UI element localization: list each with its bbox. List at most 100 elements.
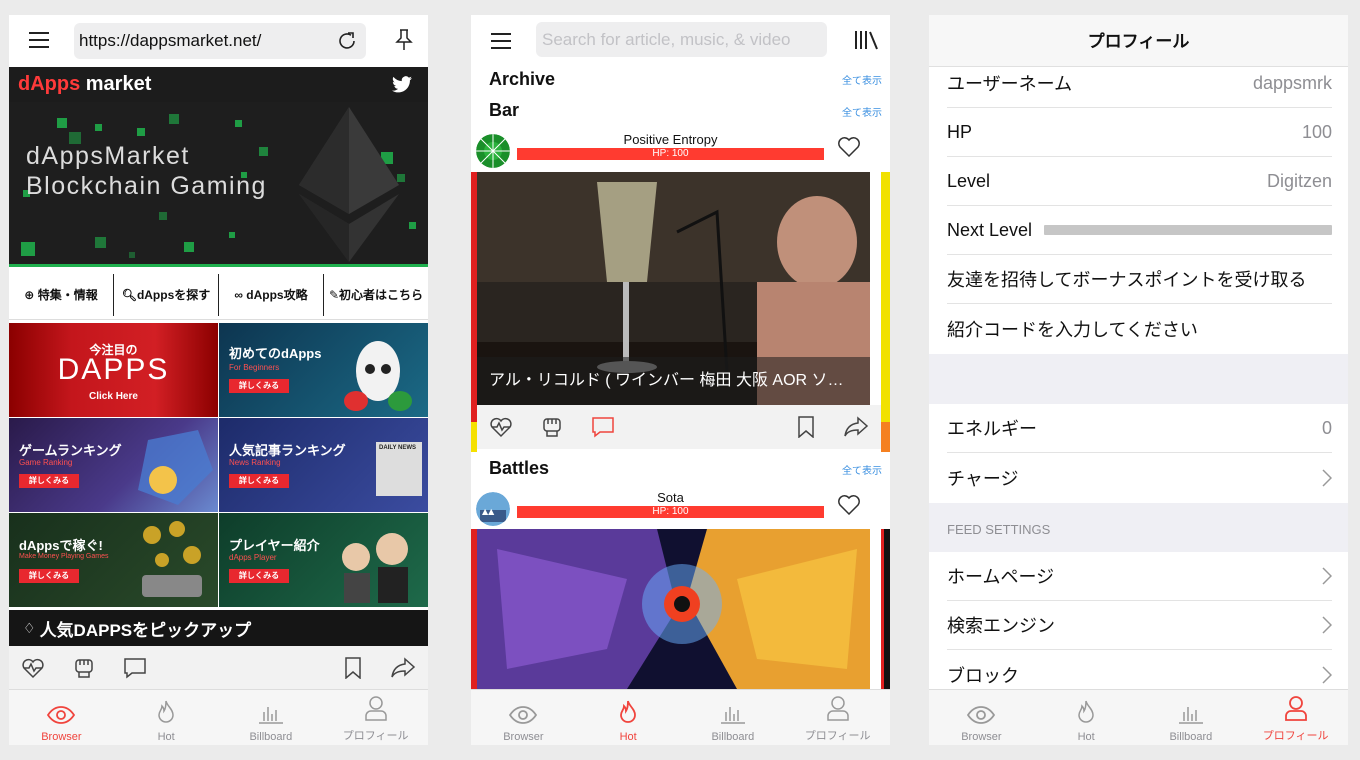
next-card-peek	[881, 529, 890, 689]
post-action-bar	[477, 405, 881, 449]
row-energy: エネルギー 0	[947, 404, 1332, 453]
show-all-battles[interactable]: 全て表示	[842, 462, 882, 477]
nav-beginners[interactable]: ✎初心者はこちら	[324, 274, 428, 316]
row-next-level: Next Level	[947, 206, 1332, 255]
ethereum-icon: ♢	[23, 619, 36, 636]
tab-profile[interactable]: プロフィール	[1243, 690, 1348, 745]
post-caption[interactable]: アル・リコルド ( ワインバー 梅田 大阪 AOR ソ…	[477, 357, 870, 405]
url-text[interactable]: https://dappsmarket.net/	[79, 31, 261, 51]
tile-trending-dapps[interactable]: 今注目の DAPPS Click Here	[9, 323, 218, 417]
search-input[interactable]: Search for article, music, & video	[536, 22, 827, 57]
row-invite-friends[interactable]: 友達を招待してボーナスポイントを受け取る	[947, 255, 1332, 304]
avatar[interactable]	[476, 134, 510, 168]
post-image[interactable]	[477, 529, 870, 689]
post-username[interactable]: Positive Entropy	[517, 132, 824, 147]
heart-icon[interactable]	[838, 495, 860, 515]
flame-icon	[1078, 700, 1094, 723]
menu-icon[interactable]	[491, 33, 511, 49]
row-homepage[interactable]: ホームページ	[947, 552, 1332, 601]
tab-bar: Browser Hot Billboard プロフィール	[929, 689, 1348, 745]
reload-icon[interactable]	[336, 30, 358, 52]
row-hp: HP 100	[947, 108, 1332, 157]
tab-browser[interactable]: Browser	[471, 690, 576, 745]
row-level: Level Digitzen	[947, 157, 1332, 206]
bar-chart-icon	[258, 707, 283, 724]
newspaper-image: DAILY NEWS	[376, 442, 422, 496]
eye-icon	[47, 706, 76, 724]
post-card-header: ▲▲ Sota HP: 100	[471, 489, 890, 529]
browser-toolbar: https://dappsmarket.net/	[9, 15, 428, 67]
eye-icon	[509, 706, 538, 724]
tab-browser[interactable]: Browser	[929, 690, 1034, 745]
profile-screen: プロフィール ユーザーネーム dappsmrk HP 100 Level Digitz…	[929, 15, 1348, 745]
site-logo[interactable]: dApps market	[18, 73, 151, 96]
coins-image	[142, 521, 202, 597]
tab-hot[interactable]: Hot	[114, 690, 219, 745]
tile-game-ranking[interactable]: ゲームランキング Game Ranking 詳しくみる	[9, 418, 218, 512]
tile-beginners[interactable]: 初めてのdApps For Beginners 詳しくみる	[219, 323, 428, 417]
show-all-archive[interactable]: 全て表示	[842, 72, 882, 87]
banner-title-1: dAppsMarket	[26, 142, 190, 170]
tab-browser[interactable]: Browser	[9, 690, 114, 745]
tab-hot[interactable]: Hot	[576, 690, 681, 745]
post-image[interactable]: アル・リコルド ( ワインバー 梅田 大阪 AOR ソ…	[477, 172, 870, 405]
tab-billboard[interactable]: Billboard	[681, 690, 786, 745]
next-level-progress-bar	[1044, 225, 1332, 235]
section-title-bar: Bar	[489, 100, 520, 120]
next-card-peek	[881, 172, 890, 422]
fist-icon[interactable]	[541, 415, 563, 439]
tile-news-ranking[interactable]: 人気記事ランキング News Ranking 詳しくみる DAILY NEWS	[219, 418, 428, 512]
library-icon[interactable]	[854, 29, 880, 51]
tab-billboard[interactable]: Billboard	[219, 690, 324, 745]
pin-icon[interactable]	[395, 29, 413, 51]
bookmark-icon[interactable]	[344, 657, 362, 679]
bookmark-icon[interactable]	[797, 416, 815, 438]
comment-icon[interactable]	[591, 416, 615, 438]
feature-tiles: 今注目の DAPPS Click Here 初めてのdApps For Begi…	[9, 323, 428, 608]
tile-player-intro[interactable]: プレイヤー紹介 dApps Player 詳しくみる	[219, 513, 428, 607]
hot-screen: Search for article, music, & video Archi…	[471, 15, 890, 745]
chevron-right-icon	[1322, 567, 1332, 585]
flame-icon	[620, 700, 637, 723]
svg-text:▲▲: ▲▲	[482, 507, 495, 516]
comment-icon[interactable]	[123, 657, 147, 679]
row-referral-code[interactable]: 紹介コードを入力してください	[947, 304, 1332, 353]
section-spacer	[929, 354, 1348, 404]
row-username: ユーザーネーム dappsmrk	[947, 59, 1332, 108]
browser-action-bar	[9, 646, 428, 690]
user-icon	[364, 696, 387, 721]
tab-profile[interactable]: プロフィール	[323, 690, 428, 745]
tab-bar: Browser Hot Billboard プロフィール	[471, 689, 890, 745]
tab-bar: Browser Hot Billboard プロフィール	[9, 689, 428, 745]
flame-icon	[158, 700, 174, 723]
menu-icon[interactable]	[29, 32, 49, 48]
tile-earn-money[interactable]: dAppsで稼ぐ! Make Money Playing Games 詳しくみる	[9, 513, 218, 607]
heart-icon[interactable]	[838, 137, 860, 157]
nav-features[interactable]: ⊕ 特集・情報	[9, 273, 114, 316]
pulse-heart-icon[interactable]	[21, 657, 45, 679]
tab-hot[interactable]: Hot	[1034, 690, 1139, 745]
eye-icon	[967, 706, 996, 724]
tab-profile[interactable]: プロフィール	[785, 690, 890, 745]
avatar[interactable]: ▲▲	[476, 492, 510, 526]
show-all-bar[interactable]: 全て表示	[842, 104, 882, 119]
nav-guides[interactable]: ∞ dApps攻略	[219, 273, 324, 316]
hp-value: 100	[1301, 121, 1332, 142]
pickup-banner[interactable]: ♢ 人気DAPPSをピックアップ	[9, 610, 428, 646]
nav-find-dapps[interactable]: 🔍︎dAppsを探す	[114, 273, 219, 316]
share-icon[interactable]	[390, 657, 416, 679]
fist-icon[interactable]	[73, 656, 95, 680]
user-icon	[826, 696, 849, 721]
post-username[interactable]: Sota	[517, 490, 824, 505]
pulse-heart-icon[interactable]	[489, 416, 513, 438]
url-field[interactable]: https://dappsmarket.net/	[74, 23, 366, 59]
twitter-icon[interactable]	[392, 76, 412, 93]
hp-bar: HP: 100	[517, 506, 824, 518]
hero-banner[interactable]: dAppsMarket Blockchain Gaming	[9, 102, 428, 267]
energy-value: 0	[1321, 417, 1332, 438]
tab-billboard[interactable]: Billboard	[1139, 690, 1244, 745]
row-search-engine[interactable]: 検索エンジン	[947, 601, 1332, 650]
row-charge[interactable]: チャージ	[947, 453, 1332, 502]
level-value: Digitzen	[1266, 170, 1332, 191]
share-icon[interactable]	[843, 416, 869, 438]
